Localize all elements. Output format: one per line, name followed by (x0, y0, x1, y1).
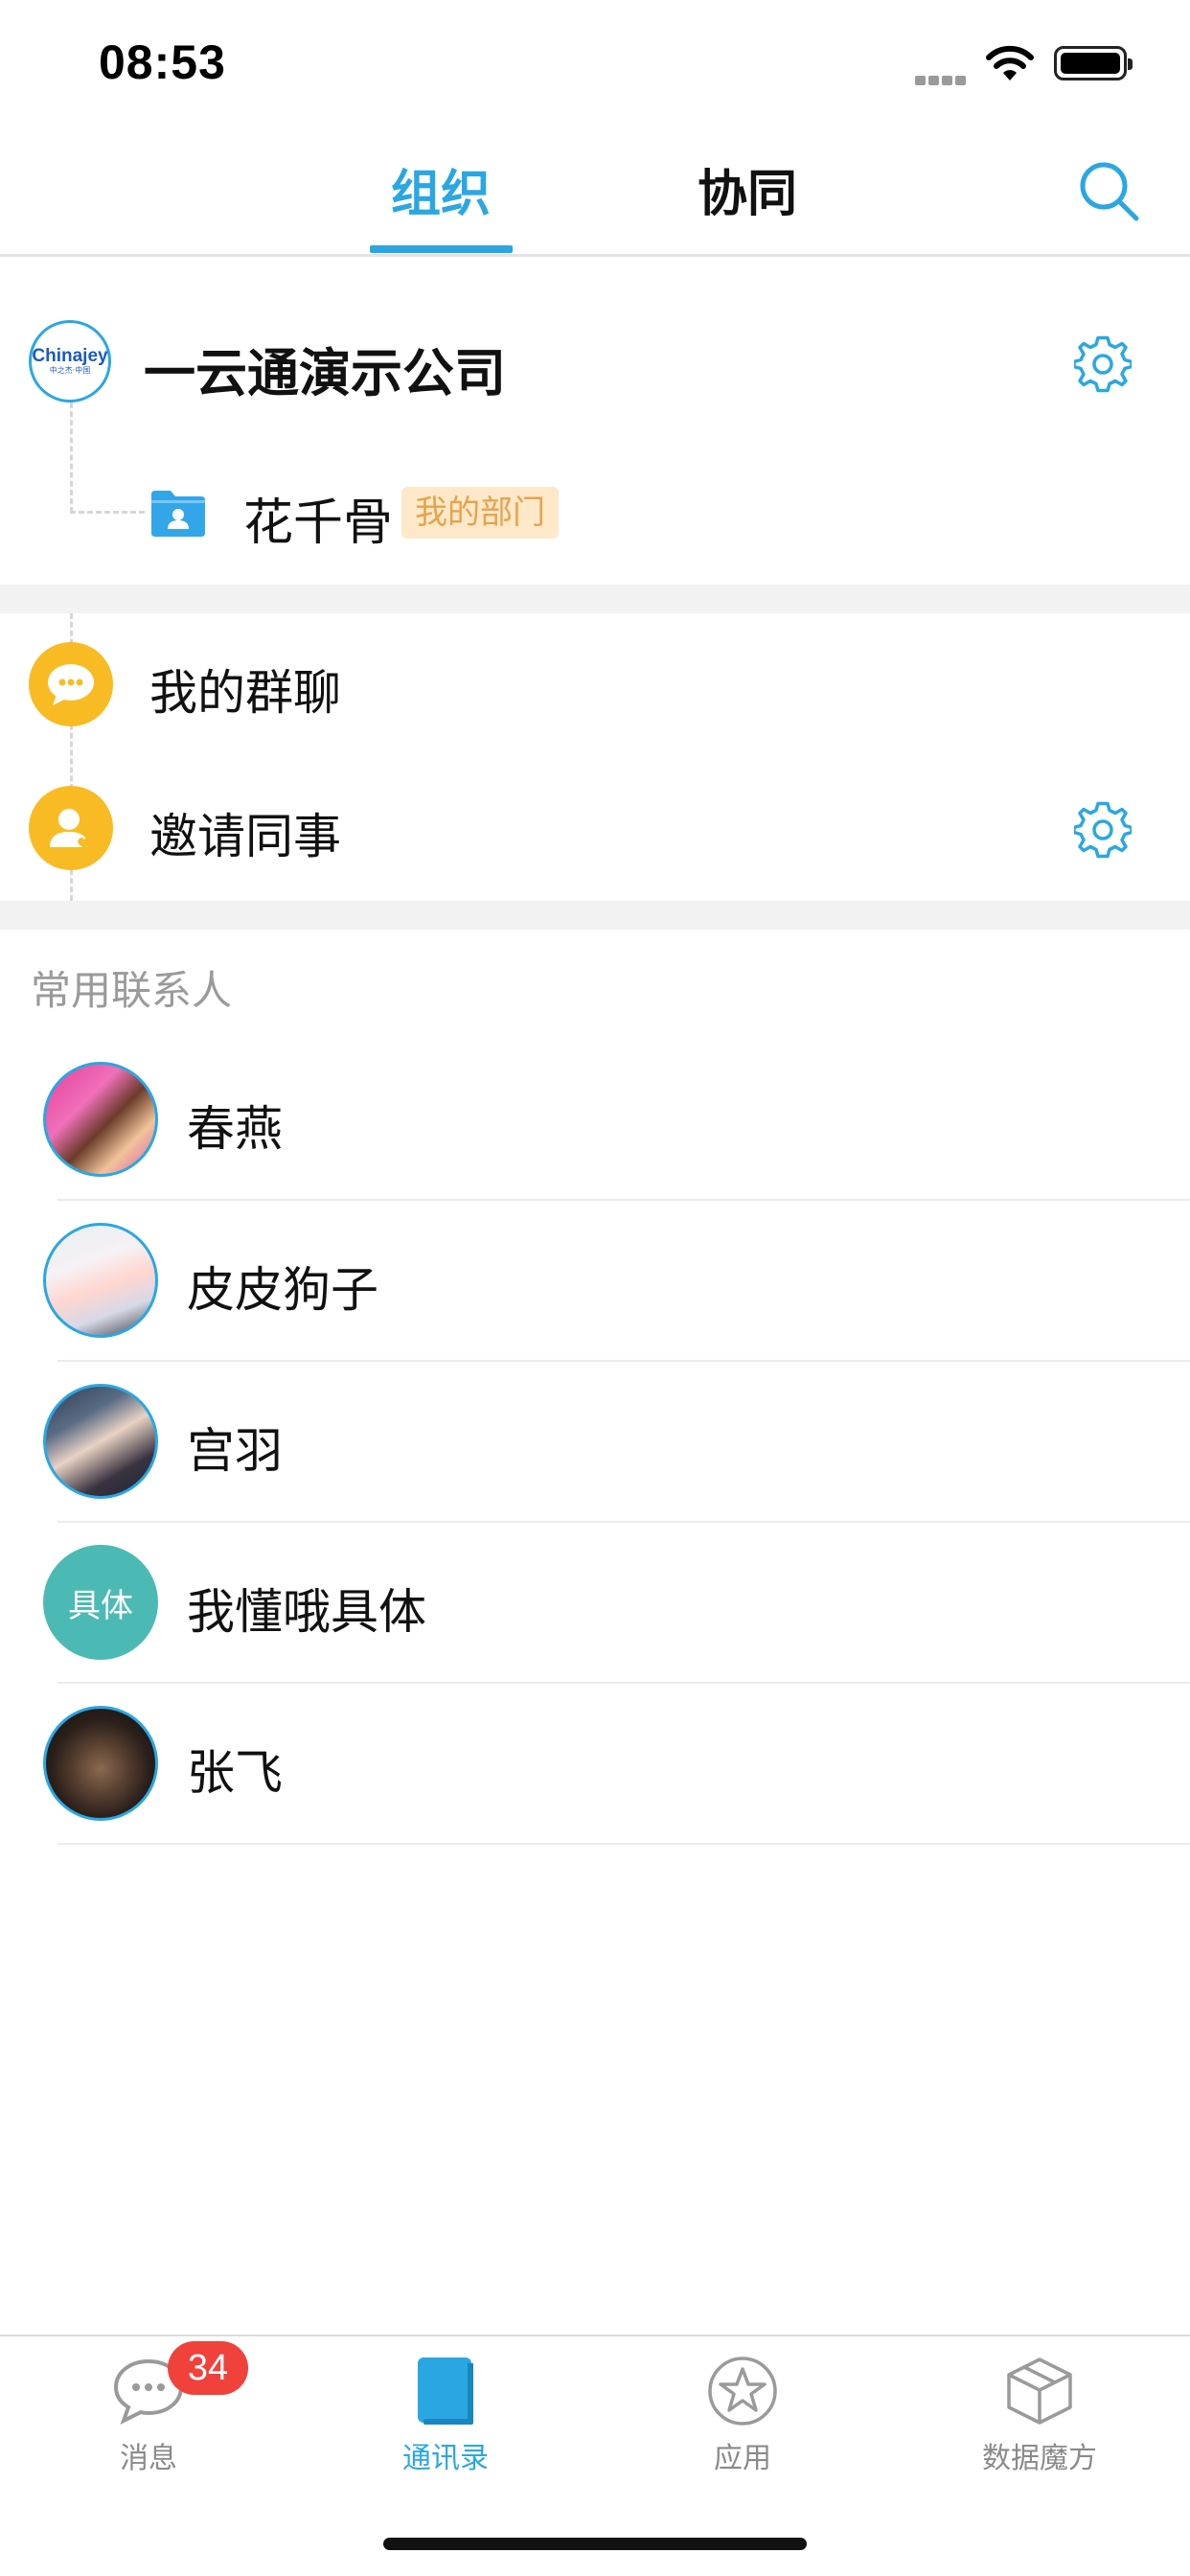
cellular-signal-icon (915, 71, 971, 85)
invite-colleagues-label[interactable]: 邀请同事 (149, 798, 341, 867)
contacts-book-icon (418, 2358, 473, 2425)
contact-name[interactable]: 宫羽 (187, 1413, 283, 1482)
invite-settings-gear-icon[interactable] (1074, 801, 1132, 859)
tab-data-cube-label: 数据魔方 (982, 2442, 1097, 2475)
avatar[interactable] (43, 1706, 158, 1821)
add-person-icon[interactable] (29, 786, 113, 870)
department-folder-icon (151, 491, 205, 537)
tab-apps[interactable]: 应用 (628, 2348, 858, 2492)
contact-name[interactable]: 我懂哦具体 (187, 1574, 426, 1643)
list-divider (57, 1521, 1190, 1523)
active-tab-indicator (370, 245, 513, 253)
list-divider (57, 1199, 1190, 1201)
section-separator (0, 901, 1190, 930)
tree-connector (70, 511, 145, 514)
tab-organization[interactable]: 组织 (391, 153, 491, 225)
tree-connector (70, 402, 73, 513)
frequent-contacts-title: 常用联系人 (31, 967, 233, 1014)
tab-data-cube[interactable]: 数据魔方 (925, 2348, 1155, 2492)
my-group-chats-label[interactable]: 我的群聊 (149, 655, 341, 724)
contact-name[interactable]: 皮皮狗子 (187, 1252, 378, 1321)
avatar[interactable] (43, 1223, 158, 1338)
battery-icon (1054, 46, 1133, 80)
my-department-badge: 我的部门 (401, 487, 559, 539)
company-logo[interactable]: Chinajey 中之杰·中国 (29, 320, 111, 402)
tab-contacts[interactable]: 通讯录 (331, 2348, 561, 2492)
star-icon (708, 2357, 777, 2426)
company-settings-gear-icon[interactable] (1074, 335, 1132, 393)
avatar[interactable] (43, 1062, 158, 1177)
avatar[interactable] (43, 1384, 158, 1499)
tab-collaboration[interactable]: 协同 (698, 153, 797, 225)
section-separator (0, 585, 1190, 613)
tab-messages-label: 消息 (120, 2442, 177, 2475)
text-avatar[interactable]: 具体 (43, 1545, 158, 1660)
header-divider (0, 254, 1190, 257)
chat-bubble-icon[interactable] (29, 642, 113, 726)
status-time: 08:53 (99, 35, 226, 89)
tab-apps-label: 应用 (714, 2442, 771, 2475)
wifi-icon (986, 45, 1034, 80)
unread-count-badge: 34 (168, 2341, 248, 2395)
search-icon[interactable] (1077, 159, 1142, 224)
contact-name[interactable]: 张飞 (187, 1735, 283, 1804)
list-divider (57, 1682, 1190, 1684)
list-divider (57, 1360, 1190, 1362)
cube-icon (1007, 2358, 1072, 2425)
company-name[interactable]: 一云通演示公司 (144, 331, 506, 406)
tabbar-divider (0, 2334, 1190, 2336)
tab-contacts-label: 通讯录 (402, 2442, 489, 2475)
department-name[interactable]: 花千骨 (243, 482, 393, 554)
contact-name[interactable]: 春燕 (187, 1091, 283, 1160)
list-divider (57, 1843, 1190, 1845)
home-indicator[interactable] (383, 2538, 807, 2550)
